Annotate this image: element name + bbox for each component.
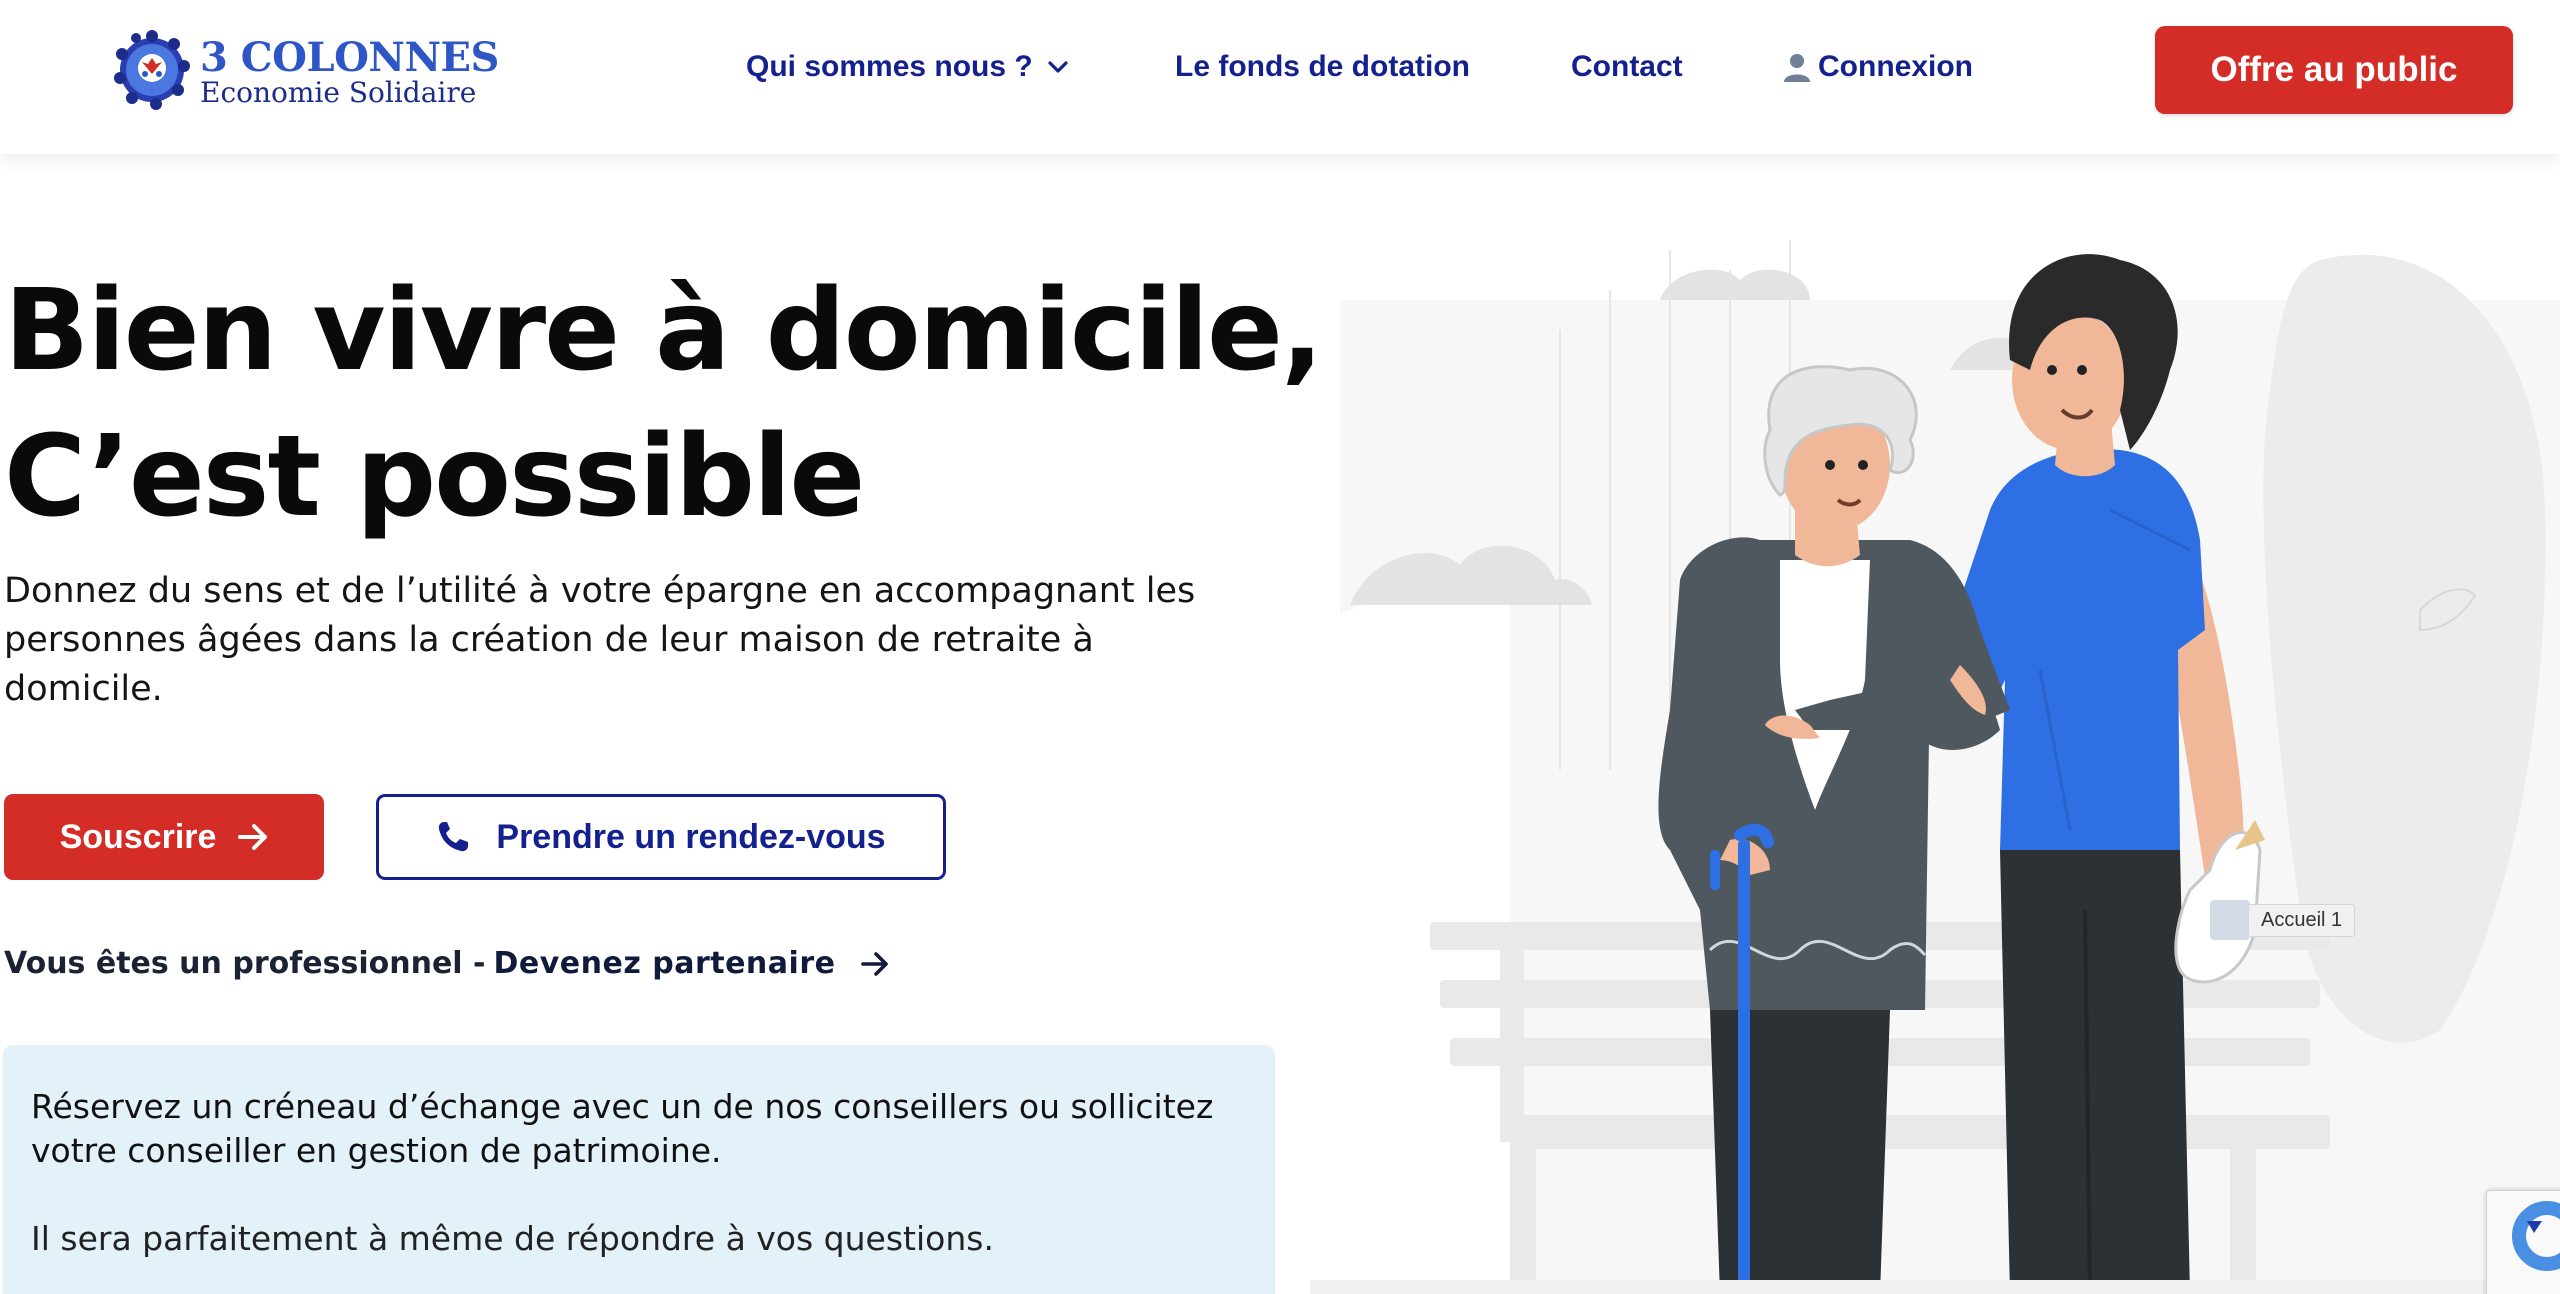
site-logo[interactable]: 3 COLONNES Economie Solidaire [112,26,499,116]
recaptcha-icon [2512,1201,2560,1271]
offre-au-public-button[interactable]: Offre au public [2155,26,2513,114]
user-icon [1784,54,1810,82]
hero-title-line1: Bien vivre à domicile, [4,266,1323,396]
nav-item-contact[interactable]: Contact [1571,50,1683,84]
hero-description: Donnez du sens et de l’utilité à votre é… [4,571,1196,709]
nav-item-about[interactable]: Qui sommes nous ? [746,50,1069,84]
phone-icon [439,822,469,852]
offre-au-public-label: Offre au public [2210,50,2458,89]
advisor-info-box: Réservez un créneau d’échange avec un de… [3,1045,1275,1294]
professional-line: Vous êtes un professionnel - Devenez par… [4,946,889,981]
devenez-partenaire-label: Devenez partenaire [493,946,836,981]
nav-item-fonds-label: Le fonds de dotation [1175,50,1470,83]
logo-title: 3 COLONNES [200,34,499,81]
info-paragraph-2: Il sera parfaitement à même de répondre … [31,1219,994,1258]
info-paragraph-1: Réservez un créneau d’échange avec un de… [31,1087,1214,1170]
image-tooltip: Accueil 1 [2248,904,2356,937]
prendre-rendez-vous-label: Prendre un rendez-vous [496,817,886,856]
arrow-right-icon [861,951,889,976]
nav-item-connexion[interactable]: Connexion [1780,50,1973,84]
arrow-right-icon [238,824,268,850]
professional-text: Vous êtes un professionnel - [4,946,486,981]
souscrire-button[interactable]: Souscrire [4,794,324,880]
nav-item-fonds-de-dotation[interactable]: Le fonds de dotation [1175,50,1470,84]
nav-item-connexion-label: Connexion [1818,50,1973,83]
recaptcha-badge[interactable] [2486,1190,2560,1294]
logo-emblem-icon [114,30,190,110]
chevron-down-icon [1048,61,1068,73]
logo-subtitle: Economie Solidaire [200,76,477,109]
hero-illustration [1310,240,2560,1294]
souscrire-label: Souscrire [59,817,217,856]
site-header: 3 COLONNES Economie Solidaire Qui sommes… [0,0,2560,154]
nav-item-about-label: Qui sommes nous ? [746,50,1033,83]
prendre-rendez-vous-button[interactable]: Prendre un rendez-vous [376,794,946,880]
nav-item-contact-label: Contact [1571,50,1683,83]
devenez-partenaire-link[interactable]: Devenez partenaire [493,946,889,981]
hero-title: Bien vivre à domicile, C’est possible [4,258,1323,550]
hero-title-line2: C’est possible [4,412,865,542]
